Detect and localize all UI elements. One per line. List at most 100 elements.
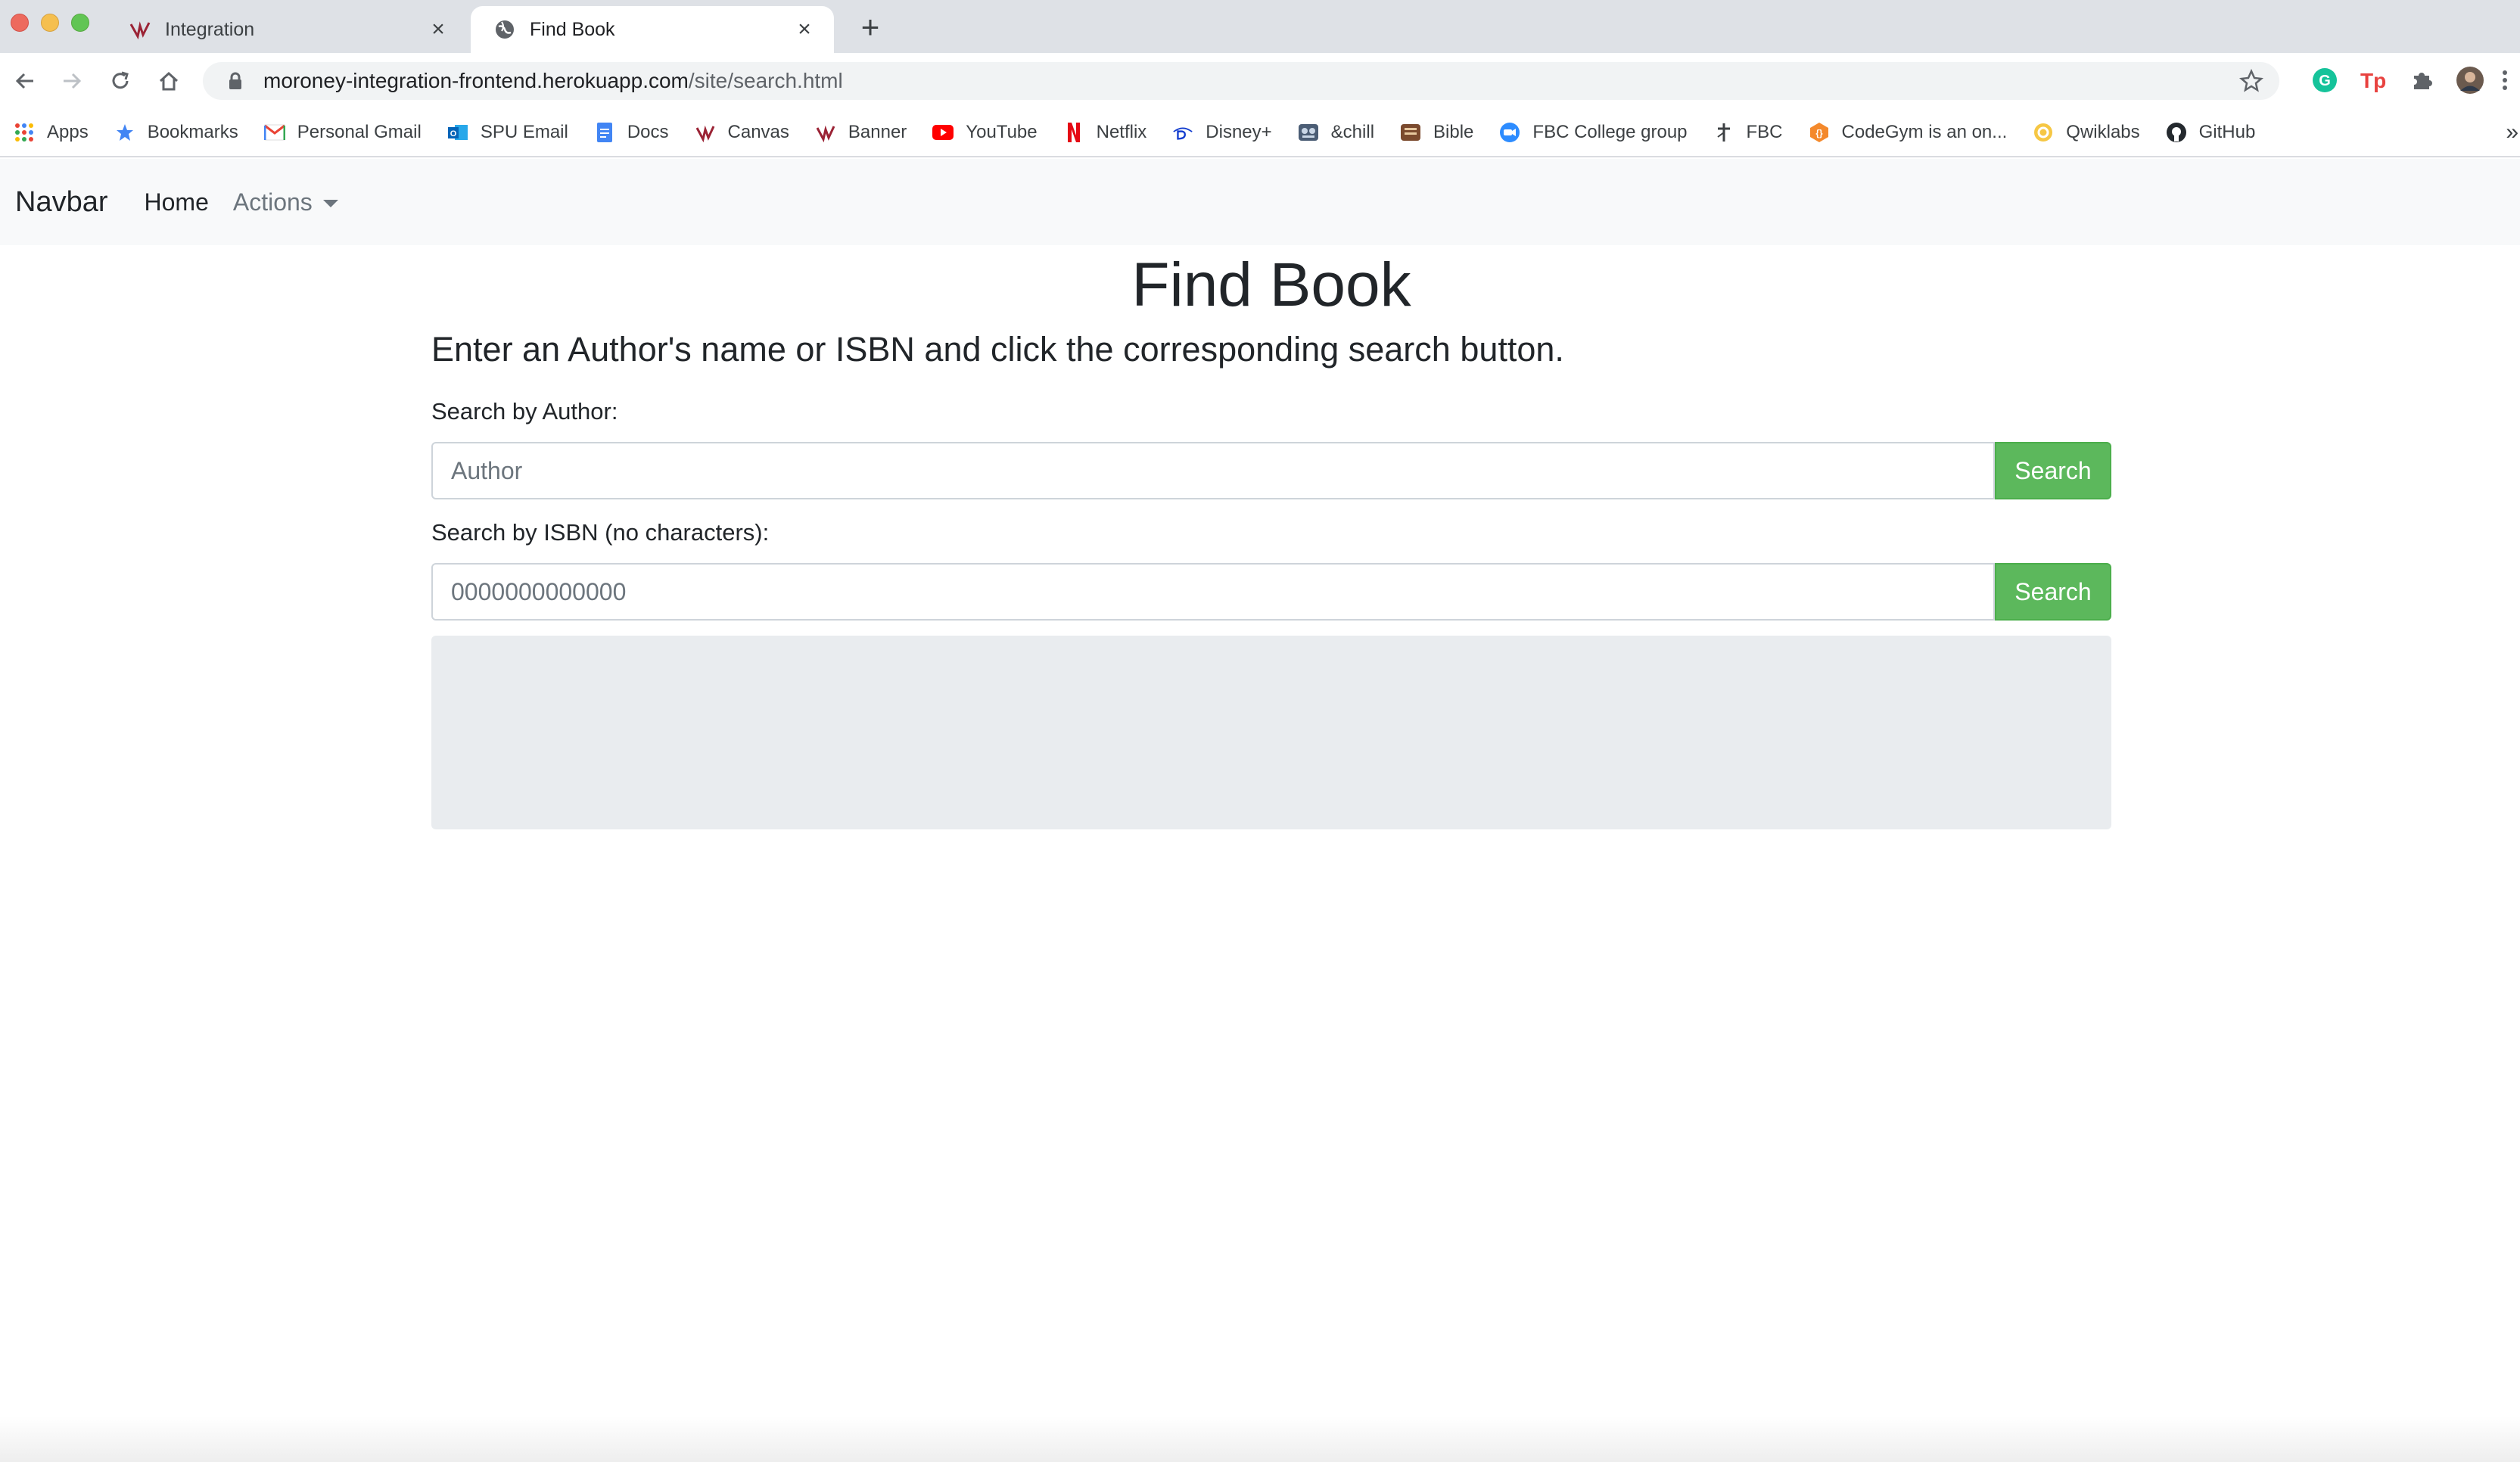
reload-icon[interactable] xyxy=(103,64,138,98)
new-tab-button[interactable]: + xyxy=(854,9,887,45)
netflix-icon xyxy=(1063,122,1084,143)
bookmark-docs[interactable]: Docs xyxy=(594,122,669,143)
bookmark-label: FBC xyxy=(1746,122,1783,142)
bookmark-label: FBC College group xyxy=(1532,122,1688,142)
bookmark-disney-plus[interactable]: Disney+ xyxy=(1172,122,1272,143)
canvas-icon xyxy=(695,122,716,143)
bookmark-github[interactable]: GitHub xyxy=(2166,122,2256,143)
tab-integration[interactable]: Integration × xyxy=(106,6,468,53)
qwiklabs-icon xyxy=(2033,122,2054,143)
bookmark-fbc[interactable]: FBC xyxy=(1713,122,1783,143)
docs-icon xyxy=(594,122,615,143)
fbc-icon xyxy=(1713,122,1734,143)
star-icon xyxy=(114,122,135,143)
bookmark-spu-email[interactable]: O SPU Email xyxy=(447,122,568,143)
lock-icon xyxy=(224,70,247,92)
address-bar[interactable]: moroney-integration-frontend.herokuapp.c… xyxy=(203,62,2279,100)
page-bottom-fade xyxy=(0,1417,2520,1462)
tp-extension-icon[interactable]: Tp xyxy=(2358,65,2388,95)
bookmark-star-icon[interactable] xyxy=(2238,68,2264,94)
bookmark-label: Bible xyxy=(1433,122,1474,142)
author-search-button[interactable]: Search xyxy=(1995,442,2111,500)
maximize-window-button[interactable] xyxy=(71,14,89,32)
page-content: Find Book Enter an Author's name or ISBN… xyxy=(431,245,2111,830)
apps-grid-icon xyxy=(14,122,35,143)
avatar[interactable] xyxy=(2455,65,2485,95)
close-tab-icon[interactable]: × xyxy=(793,17,816,42)
bookmark-label: Qwiklabs xyxy=(2066,122,2140,142)
forward-arrow-icon[interactable] xyxy=(54,64,89,98)
bookmark-fbc-college-group[interactable]: FBC College group xyxy=(1499,122,1688,143)
nav-actions-label: Actions xyxy=(232,188,313,216)
svg-text:{}: {} xyxy=(1815,128,1823,138)
extensions-puzzle-icon[interactable] xyxy=(2406,65,2437,95)
home-icon[interactable] xyxy=(151,64,186,98)
bookmark-label: Apps xyxy=(47,122,89,142)
svg-text:O: O xyxy=(450,129,457,138)
chrome-menu-icon[interactable] xyxy=(2497,65,2512,95)
bookmark-netflix[interactable]: Netflix xyxy=(1063,122,1147,143)
url-path: /site/search.html xyxy=(688,69,843,92)
banner-icon xyxy=(815,122,836,143)
bookmarks-bar: Apps Bookmarks Personal Gmail O SPU Emai… xyxy=(0,109,2520,157)
youtube-icon xyxy=(932,122,954,143)
gmail-icon xyxy=(263,122,285,143)
zoom-icon xyxy=(1499,122,1520,143)
grammarly-icon[interactable]: G xyxy=(2310,65,2340,95)
bookmarks-overflow-icon[interactable]: » xyxy=(2506,120,2518,145)
bookmark-apps[interactable]: Apps xyxy=(14,122,89,143)
bookmark-label: Docs xyxy=(627,122,669,142)
bookmark-label: GitHub xyxy=(2198,122,2256,142)
author-input[interactable] xyxy=(431,442,1995,500)
bible-icon xyxy=(1400,122,1421,143)
outlook-icon: O xyxy=(447,122,468,143)
github-icon xyxy=(2166,122,2187,143)
back-arrow-icon[interactable] xyxy=(8,64,42,98)
close-tab-icon[interactable]: × xyxy=(427,17,450,42)
minimize-window-button[interactable] xyxy=(41,14,59,32)
isbn-input[interactable] xyxy=(431,563,1995,621)
svg-text:G: G xyxy=(2319,73,2331,89)
isbn-search-button[interactable]: Search xyxy=(1995,563,2111,621)
browser-tab-strip: Integration × Find Book × + xyxy=(0,0,2520,53)
bookmark-chill[interactable]: &chill xyxy=(1298,122,1374,143)
bookmark-bible[interactable]: Bible xyxy=(1400,122,1473,143)
bookmark-label: CodeGym is an on... xyxy=(1841,122,2008,142)
bookmark-label: Disney+ xyxy=(1206,122,1272,142)
canvas-favicon-icon xyxy=(129,18,151,41)
author-search-group: Search xyxy=(431,442,2111,500)
bookmark-banner[interactable]: Banner xyxy=(815,122,907,143)
author-search-label: Search by Author: xyxy=(431,398,618,425)
bookmark-label: Bookmarks xyxy=(147,122,238,142)
bookmark-canvas[interactable]: Canvas xyxy=(695,122,789,143)
site-navbar: Navbar Home Actions xyxy=(0,159,2520,245)
codegym-icon: {} xyxy=(1809,122,1830,143)
bookmark-label: &chill xyxy=(1330,122,1375,142)
tab-title: Find Book xyxy=(530,18,615,40)
bookmark-codegym[interactable]: {} CodeGym is an on... xyxy=(1809,122,2008,143)
bookmark-qwiklabs[interactable]: Qwiklabs xyxy=(2033,122,2140,143)
tab-title: Integration xyxy=(165,18,255,40)
bookmark-label: Personal Gmail xyxy=(297,122,422,142)
page-title: Find Book xyxy=(1131,250,1411,319)
bookmark-label: Netflix xyxy=(1096,122,1147,142)
bookmark-personal-gmail[interactable]: Personal Gmail xyxy=(263,122,422,143)
globe-icon xyxy=(493,18,516,41)
bookmark-bookmarks[interactable]: Bookmarks xyxy=(114,122,238,143)
disney-icon xyxy=(1172,122,1193,143)
bookmark-label: Banner xyxy=(848,122,907,142)
tab-find-book[interactable]: Find Book × xyxy=(471,6,834,53)
close-window-button[interactable] xyxy=(11,14,29,32)
nav-actions-dropdown[interactable]: Actions xyxy=(233,188,338,216)
isbn-search-label: Search by ISBN (no characters): xyxy=(431,519,770,546)
chill-icon xyxy=(1298,122,1319,143)
nav-home-link[interactable]: Home xyxy=(145,188,209,216)
url-host: moroney-integration-frontend.herokuapp.c… xyxy=(263,69,689,92)
bookmark-youtube[interactable]: YouTube xyxy=(932,122,1038,143)
search-results-panel xyxy=(431,636,2111,830)
dropdown-caret-icon xyxy=(322,200,338,207)
browser-toolbar: moroney-integration-frontend.herokuapp.c… xyxy=(0,53,2520,109)
bookmark-label: Canvas xyxy=(727,122,789,142)
svg-text:Tp: Tp xyxy=(2360,69,2386,92)
navbar-brand[interactable]: Navbar xyxy=(15,186,108,219)
